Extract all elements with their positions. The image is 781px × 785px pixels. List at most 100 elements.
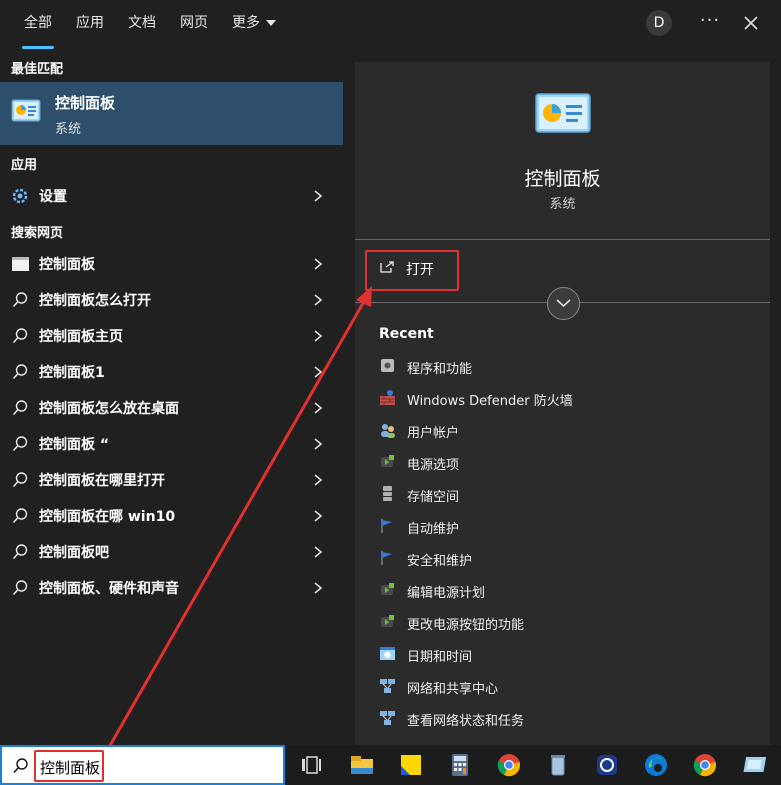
best-match-subtitle: 系统 (55, 122, 82, 137)
recent-item-label: Windows Defender 防火墙 (407, 394, 573, 409)
results-list: 最佳匹配 控制面板 系统 应用 设置 搜索网页 控制面板控制面板怎么打开 控制面… (0, 46, 343, 745)
expand-button[interactable] (547, 287, 580, 320)
detail-subtitle: 系统 (549, 197, 576, 212)
web-result-label: 控制面板在哪 win10 (39, 509, 176, 525)
app-item-settings[interactable]: 设置 (0, 178, 343, 214)
web-result-icon (12, 257, 29, 271)
search-icon (12, 400, 28, 416)
recent-item-label: 更改电源按钮的功能 (407, 618, 525, 633)
search-highlight (34, 750, 104, 782)
detail-title: 控制面板 (524, 168, 601, 190)
search-window: 全部 应用 文档 网页 更多 D ··· 最佳匹配 控制面板 系统 应用 设置 … (0, 0, 781, 745)
best-match-item[interactable]: 控制面板 系统 (0, 82, 343, 145)
web-result-label: 控制面板在哪里打开 (39, 473, 165, 489)
web-result-item[interactable]: 控制面板、硬件和声音 (0, 570, 343, 606)
close-icon[interactable] (740, 12, 762, 34)
recent-item[interactable]: 程序和功能 (379, 354, 759, 380)
chevron-right-icon (314, 474, 323, 486)
recent-item[interactable]: 用户帐户 (379, 418, 759, 444)
web-result-item[interactable]: 控制面板怎么打开 (0, 282, 343, 318)
chevron-right-icon (314, 330, 323, 342)
recent-item-label: 程序和功能 (407, 362, 473, 377)
power-options-icon (381, 615, 394, 627)
recent-item-label: 网络和共享中心 (407, 682, 499, 697)
recent-item-label: 查看网络状态和任务 (407, 714, 525, 729)
edge-icon[interactable] (643, 752, 669, 778)
flag-icon (381, 519, 392, 533)
web-result-item[interactable]: 控制面板主页 (0, 318, 343, 354)
recent-item[interactable]: Windows Defender 防火墙 (379, 386, 759, 412)
app-item-label: 设置 (39, 189, 67, 205)
clock-icon (380, 647, 395, 660)
recent-item[interactable]: 网络和共享中心 (379, 674, 759, 700)
divider (355, 239, 770, 240)
web-result-label: 控制面板怎么打开 (39, 293, 151, 309)
chevron-right-icon (314, 510, 323, 522)
recent-item[interactable]: 电源选项 (379, 450, 759, 476)
recycle-bin-icon[interactable] (545, 752, 571, 778)
chevron-down-icon (556, 299, 571, 308)
tab-web[interactable]: 网页 (180, 12, 208, 34)
search-icon (12, 580, 28, 596)
task-view-icon[interactable] (298, 752, 324, 778)
tab-all[interactable]: 全部 (22, 12, 54, 49)
control-panel-icon[interactable] (741, 752, 767, 778)
web-result-label: 控制面板、硬件和声音 (39, 581, 179, 597)
storage-icon (383, 486, 392, 501)
recent-item-label: 日期和时间 (407, 650, 473, 665)
web-result-item[interactable]: 控制面板 (0, 246, 343, 282)
detail-panel: 控制面板 系统 打开 Recent 程序和功能 Windows Defender … (355, 62, 770, 745)
calculator-icon[interactable] (447, 752, 473, 778)
web-result-item[interactable]: 控制面板怎么放在桌面 (0, 390, 343, 426)
tab-more[interactable]: 更多 (232, 12, 276, 34)
chrome-icon[interactable] (692, 752, 718, 778)
chrome-icon[interactable] (496, 752, 522, 778)
control-panel-icon (11, 99, 41, 122)
recent-item[interactable]: 安全和维护 (379, 546, 759, 572)
recent-item-label: 用户帐户 (407, 426, 460, 441)
web-result-item[interactable]: 控制面板 “ (0, 426, 343, 462)
search-icon (12, 364, 28, 380)
recent-item-label: 电源选项 (407, 458, 460, 473)
control-panel-icon (535, 93, 591, 133)
recent-item-label: 自动维护 (407, 522, 460, 537)
section-best-match: 最佳匹配 (11, 62, 64, 77)
power-options-icon (381, 455, 394, 467)
recent-item[interactable]: 编辑电源计划 (379, 578, 759, 604)
search-icon (12, 436, 28, 452)
search-box[interactable]: 控制面板 (0, 745, 285, 785)
recent-item[interactable]: 日期和时间 (379, 642, 759, 668)
recent-item[interactable]: 存储空间 (379, 482, 759, 508)
recent-item[interactable]: 查看网络状态和任务 (379, 706, 759, 732)
chevron-right-icon (314, 258, 323, 270)
search-icon (12, 328, 28, 344)
recent-item[interactable]: 更改电源按钮的功能 (379, 610, 759, 636)
chevron-right-icon (314, 582, 323, 594)
tab-documents[interactable]: 文档 (128, 12, 156, 34)
web-result-item[interactable]: 控制面板吧 (0, 534, 343, 570)
web-result-label: 控制面板吧 (39, 545, 109, 561)
tab-more-label: 更多 (232, 15, 260, 31)
avatar[interactable]: D (646, 10, 672, 36)
search-icon (12, 544, 28, 560)
web-result-label: 控制面板主页 (39, 329, 123, 345)
app-icon[interactable] (594, 752, 620, 778)
sticky-notes-icon[interactable] (398, 752, 424, 778)
open-button-label: 打开 (406, 262, 434, 278)
tab-apps[interactable]: 应用 (76, 12, 104, 34)
chevron-right-icon (314, 546, 323, 558)
section-web: 搜索网页 (11, 226, 64, 241)
web-result-label: 控制面板 (39, 257, 95, 273)
section-apps: 应用 (11, 158, 38, 173)
web-result-item[interactable]: 控制面板1 (0, 354, 343, 390)
chevron-down-icon (266, 20, 276, 26)
recent-heading: Recent (379, 326, 434, 342)
more-options-button[interactable]: ··· (699, 8, 721, 38)
search-icon (13, 758, 28, 774)
users-icon (381, 424, 395, 438)
search-icon (12, 472, 28, 488)
recent-item[interactable]: 自动维护 (379, 514, 759, 540)
web-result-item[interactable]: 控制面板在哪里打开 (0, 462, 343, 498)
web-result-item[interactable]: 控制面板在哪 win10 (0, 498, 343, 534)
file-explorer-icon[interactable] (349, 752, 375, 778)
